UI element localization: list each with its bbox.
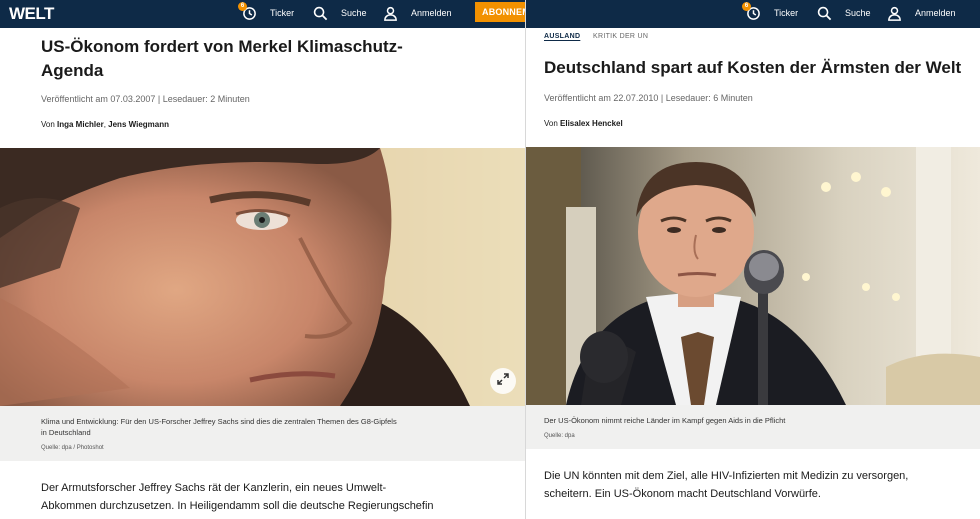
article-lead-line1: Der Armutsforscher Jeffrey Sachs rät der… xyxy=(41,482,387,494)
ticker-label: Ticker xyxy=(270,8,295,18)
search-icon xyxy=(313,6,328,21)
user-icon xyxy=(887,6,902,21)
clock-icon: 6 xyxy=(742,1,761,21)
ticker-badge: 6 xyxy=(742,1,751,11)
search-label: Suche xyxy=(341,8,367,18)
top-navigation-bar: 6 Ticker Suche Anmelden xyxy=(526,0,980,28)
author-link[interactable]: Jens Wiegmann xyxy=(108,120,169,129)
section-link-ausland[interactable]: AUSLAND xyxy=(544,33,580,40)
image-credit: Quelle: dpa xyxy=(544,433,575,439)
ticker-button[interactable]: 6 Ticker xyxy=(742,1,799,23)
top-navigation-bar: WELT 6 Ticker Suche Anmelden ABONNEM xyxy=(0,0,525,28)
caption-box: Klima und Entwicklung: Für den US-Forsch… xyxy=(0,406,525,461)
image-credit: Quelle: dpa / Photoshot xyxy=(41,445,104,451)
article-lead-line2: Abkommen durchzusetzen. In Heiligendamm … xyxy=(41,500,434,512)
article-photo[interactable] xyxy=(0,148,525,406)
image-caption-line2: in Deutschland xyxy=(41,428,91,437)
login-label: Anmelden xyxy=(915,8,956,18)
image-caption-line1: Klima und Entwicklung: Für den US-Forsch… xyxy=(41,417,397,426)
article-title-line2: Agenda xyxy=(41,61,104,80)
subscribe-button[interactable]: ABONNEM xyxy=(475,2,525,22)
image-caption: Der US-Ökonom nimmt reiche Länder im Kam… xyxy=(544,416,786,425)
clock-icon: 6 xyxy=(238,1,257,21)
login-button[interactable]: Anmelden xyxy=(887,3,956,23)
ticker-button[interactable]: 6 Ticker xyxy=(238,1,295,23)
ticker-badge: 6 xyxy=(238,1,247,11)
expand-icon xyxy=(496,372,510,391)
user-icon xyxy=(383,6,398,21)
portrait-photo-closeup xyxy=(0,148,525,406)
caption-box: Der US-Ökonom nimmt reiche Länder im Kam… xyxy=(526,405,980,449)
ticker-label: Ticker xyxy=(774,8,799,18)
search-button[interactable]: Suche xyxy=(313,3,367,23)
login-button[interactable]: Anmelden xyxy=(383,3,452,23)
portrait-photo-press-conference xyxy=(526,147,980,405)
authors-line: Von Inga Michler, Jens Wiegmann xyxy=(41,120,169,129)
author-link[interactable]: Elisalex Henckel xyxy=(560,119,623,128)
welt-logo[interactable]: WELT xyxy=(9,4,54,24)
article-lead-line2: scheitern. Ein US-Ökonom macht Deutschla… xyxy=(544,488,821,500)
search-icon xyxy=(817,6,832,21)
article-photo[interactable] xyxy=(526,147,980,405)
topic-label[interactable]: KRITIK DER UN xyxy=(593,33,648,40)
publish-info: Veröffentlicht am 07.03.2007 | Lesedauer… xyxy=(41,94,250,104)
publish-info: Veröffentlicht am 22.07.2010 | Lesedauer… xyxy=(544,93,753,103)
authors-prefix: Von xyxy=(544,119,561,128)
authors-line: Von Elisalex Henckel xyxy=(544,119,623,128)
article-title-line1: US-Ökonom fordert von Merkel Klimaschutz… xyxy=(41,37,403,56)
expand-image-button[interactable] xyxy=(490,368,516,394)
authors-prefix: Von xyxy=(41,120,58,129)
left-article-panel: WELT 6 Ticker Suche Anmelden ABONNEM US-… xyxy=(0,0,525,519)
article-lead-line1: Die UN könnten mit dem Ziel, alle HIV-In… xyxy=(544,470,909,482)
right-article-panel: 6 Ticker Suche Anmelden AUSLAND KRITIK D… xyxy=(526,0,980,519)
article-title: Deutschland spart auf Kosten der Ärmsten… xyxy=(544,58,962,77)
author-link[interactable]: Inga Michler xyxy=(57,120,104,129)
login-label: Anmelden xyxy=(411,8,452,18)
search-button[interactable]: Suche xyxy=(817,3,871,23)
search-label: Suche xyxy=(845,8,871,18)
